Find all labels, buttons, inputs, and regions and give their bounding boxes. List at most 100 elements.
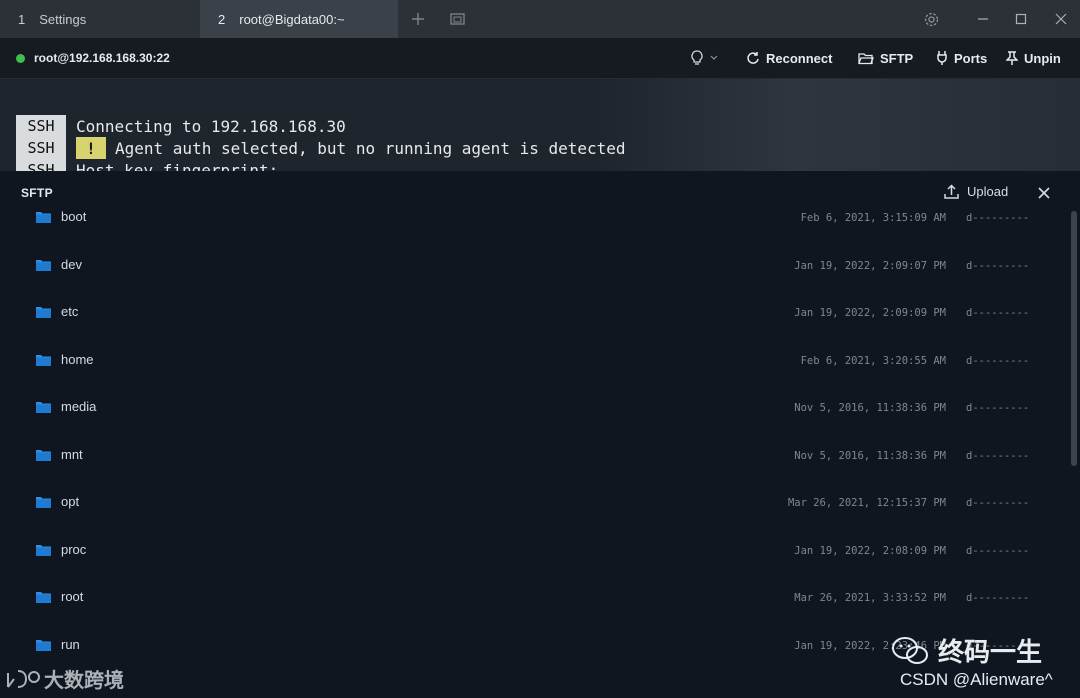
ssh-tag: SSH — [16, 115, 66, 137]
split-tab-button[interactable] — [447, 8, 469, 30]
file-row[interactable]: mnt Nov 5, 2016, 11:38:36 PM d--------- — [0, 433, 1060, 480]
close-icon — [1055, 13, 1067, 25]
file-permissions: d--------- — [966, 497, 1030, 509]
file-date: Nov 5, 2016, 11:38:36 PM — [794, 402, 946, 414]
file-permissions: d--------- — [966, 212, 1030, 224]
terminal-text: Agent auth selected, but no running agen… — [115, 138, 626, 158]
folder-icon — [36, 497, 51, 508]
hints-dropdown[interactable] — [690, 38, 724, 78]
file-date: Feb 6, 2021, 3:15:09 AM — [800, 212, 946, 224]
gear-icon — [924, 12, 938, 26]
minimize-button[interactable] — [973, 9, 993, 29]
folder-icon — [36, 592, 51, 603]
file-name: run — [61, 636, 80, 652]
watermark-logo-icon — [7, 669, 40, 688]
watermark-left: 大数跨境 — [4, 664, 124, 693]
file-date: Nov 5, 2016, 11:38:36 PM — [794, 449, 946, 462]
ports-label: Ports — [954, 50, 988, 66]
file-name: boot — [61, 209, 87, 224]
wechat-icon — [892, 636, 928, 664]
file-permissions: d--------- — [966, 354, 1030, 367]
tab-number: 1 — [18, 11, 26, 27]
scrollbar[interactable] — [1071, 211, 1077, 466]
folder-icon — [36, 449, 51, 461]
close-window-button[interactable] — [1051, 9, 1071, 29]
file-date: Feb 6, 2021, 3:20:55 AM — [800, 354, 946, 367]
ssh-tag: SSH — [16, 137, 66, 159]
file-date: Jan 19, 2022, 2:09:09 PM — [794, 307, 946, 319]
online-dot-icon — [16, 53, 25, 63]
file-date: Mar 26, 2021, 12:15:37 PM — [787, 497, 946, 509]
plug-icon — [937, 51, 947, 65]
file-name: opt — [61, 494, 80, 509]
sftp-panel: SFTP Upload boot Feb 6, 2021, 3:15:09 AM d… — [0, 171, 1080, 698]
file-name: dev — [61, 256, 82, 272]
tab-number: 2 — [218, 11, 226, 27]
folder-icon — [36, 639, 51, 651]
terminal-text: Connecting to 192.168.168.30 — [76, 116, 346, 136]
file-permissions: d--------- — [966, 307, 1030, 319]
ssh-tag: SSH — [16, 159, 66, 171]
reload-icon — [747, 52, 759, 64]
folder-icon — [36, 259, 51, 271]
tab-label: root@Bigdata00:~ — [239, 11, 345, 27]
terminal-text: Host key fingerprint: — [76, 160, 279, 172]
sftp-label: SFTP — [880, 50, 914, 66]
file-name: media — [61, 399, 97, 414]
new-tab-button[interactable] — [407, 8, 429, 30]
file-row[interactable]: proc Jan 19, 2022, 2:08:09 PM d--------- — [0, 528, 1060, 575]
file-row[interactable]: dev Jan 19, 2022, 2:09:07 PM d--------- — [0, 243, 1060, 290]
file-row[interactable]: home Feb 6, 2021, 3:20:55 AM d--------- — [0, 338, 1060, 385]
watermark-left-text: 大数跨境 — [44, 670, 124, 692]
warning-icon: ! — [76, 137, 106, 159]
terminal-output[interactable]: SSH Connecting to 192.168.168.30 SSH ! A… — [0, 79, 1080, 171]
file-date: Jan 19, 2022, 2:08:09 PM — [794, 544, 946, 557]
tab-bar: 1 Settings 2 root@Bigdata00:~ — [0, 0, 1080, 38]
folder-icon — [36, 307, 51, 318]
watermark-right: 终码一生 — [890, 632, 1042, 669]
plus-icon — [412, 13, 424, 25]
watermark-right-text: 终码一生 — [938, 637, 1043, 667]
host-label: root@192.168.168.30:22 — [34, 51, 170, 65]
folder-icon — [36, 544, 51, 556]
file-permissions: d--------- — [966, 259, 1030, 272]
file-name: etc — [61, 304, 79, 319]
file-permissions: d--------- — [966, 402, 1030, 414]
terminal-line: SSH ! Agent auth selected, but no runnin… — [16, 137, 626, 159]
tab-terminal[interactable]: 2 root@Bigdata00:~ — [200, 0, 398, 38]
ports-button[interactable]: Ports — [936, 38, 987, 78]
watermark-csdn: CSDN @Alienware^ — [900, 670, 1053, 689]
terminal-line: SSH Host key fingerprint: — [16, 159, 278, 171]
unpin-button[interactable]: Unpin — [1006, 38, 1061, 78]
tab-settings[interactable]: 1 Settings — [0, 0, 200, 38]
connection-status: root@192.168.168.30:22 — [16, 38, 170, 78]
file-row[interactable]: opt Mar 26, 2021, 12:15:37 PM d--------- — [0, 480, 1060, 527]
file-permissions: d--------- — [966, 544, 1030, 557]
folder-open-icon — [858, 52, 874, 64]
reconnect-button[interactable]: Reconnect — [746, 38, 832, 78]
lightbulb-icon — [691, 50, 703, 65]
file-row[interactable]: media Nov 5, 2016, 11:38:36 PM d--------- — [0, 385, 1060, 432]
settings-button[interactable] — [921, 9, 941, 29]
reconnect-label: Reconnect — [766, 50, 833, 66]
file-permissions: d--------- — [966, 592, 1030, 604]
sftp-button[interactable]: SFTP — [858, 38, 913, 78]
window-icon — [450, 13, 465, 25]
file-permissions: d--------- — [966, 449, 1030, 462]
file-row[interactable]: root Mar 26, 2021, 3:33:52 PM d--------- — [0, 575, 1060, 622]
session-toolbar: root@192.168.168.30:22 Reconnect SFTP Po… — [0, 38, 1080, 79]
unpin-label: Unpin — [1024, 50, 1061, 66]
file-row[interactable]: etc Jan 19, 2022, 2:09:09 PM d--------- — [0, 290, 1060, 337]
file-name: mnt — [61, 446, 83, 462]
file-name: proc — [61, 541, 87, 557]
folder-icon — [36, 402, 51, 413]
chevron-down-icon — [710, 55, 718, 60]
maximize-button[interactable] — [1011, 9, 1031, 29]
file-name: root — [61, 589, 84, 604]
file-row[interactable]: boot Feb 6, 2021, 3:15:09 AM d--------- — [0, 195, 1060, 242]
file-date: Mar 26, 2021, 3:33:52 PM — [794, 592, 946, 604]
minimize-icon — [978, 18, 988, 20]
background-image — [600, 79, 1080, 171]
folder-icon — [36, 354, 51, 366]
file-name: home — [61, 351, 94, 367]
